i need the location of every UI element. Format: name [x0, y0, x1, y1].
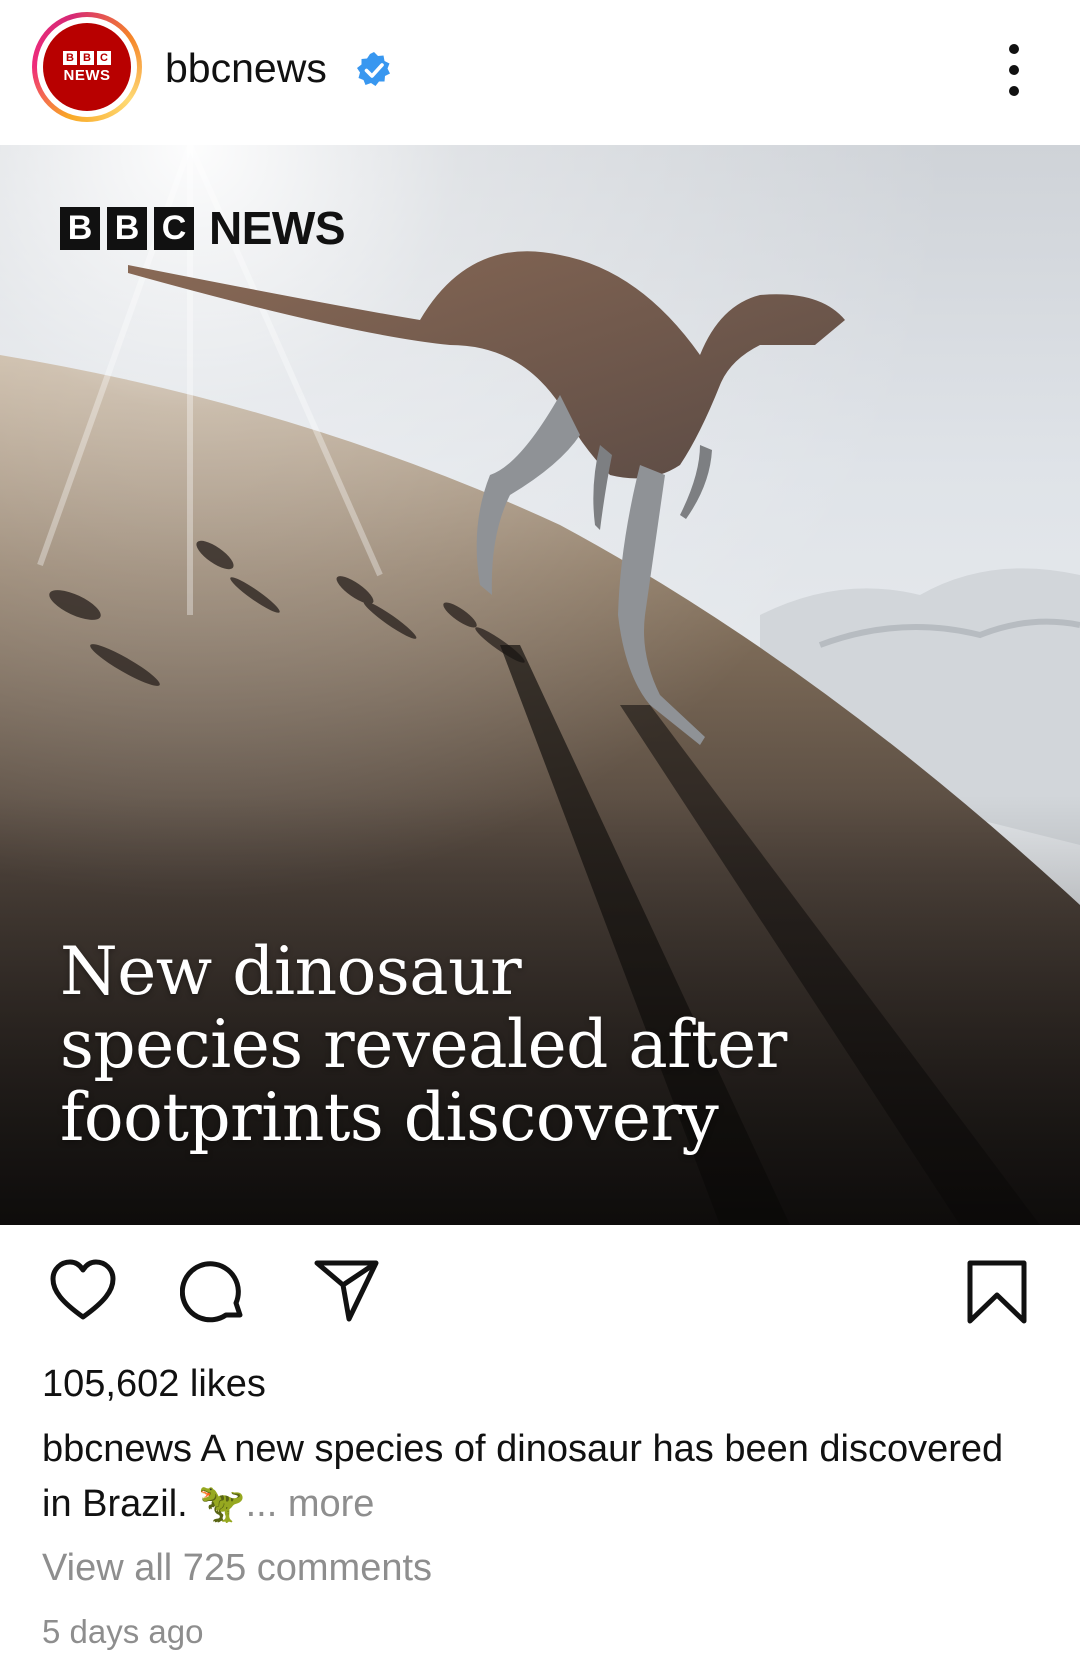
caption-more-link[interactable]: more [288, 1483, 375, 1525]
bookmark-icon[interactable] [962, 1257, 1032, 1327]
headline-line: species revealed after [60, 1006, 787, 1083]
headline-line: New dinosaur [60, 933, 522, 1010]
post-header: B B C NEWS bbcnews [0, 0, 1080, 145]
likes-count[interactable]: 105,602 likes [42, 1362, 266, 1406]
caption-ellipsis: ... [245, 1483, 278, 1525]
post-image[interactable]: B B C NEWS New dinosaur species revealed… [0, 145, 1080, 1225]
send-icon[interactable] [312, 1257, 382, 1327]
verified-badge-icon [357, 52, 390, 86]
more-vertical-icon[interactable] [996, 40, 1032, 100]
bbc-news-avatar-logo: B B C NEWS [43, 23, 131, 111]
post-caption: bbcnews A new species of dinosaur has be… [42, 1422, 1042, 1532]
view-all-comments-link[interactable]: View all 725 comments [42, 1546, 432, 1590]
headline-line: footprints discovery [60, 1079, 719, 1156]
username-link[interactable]: bbcnews [165, 44, 327, 92]
heart-icon[interactable] [48, 1257, 118, 1327]
dinosaur-emoji-icon: 🦖 [198, 1483, 246, 1525]
profile-avatar[interactable]: B B C NEWS [32, 12, 142, 122]
post-headline: New dinosaur species revealed after foot… [60, 935, 880, 1154]
post-timestamp: 5 days ago [42, 1613, 204, 1650]
comment-icon[interactable] [179, 1257, 250, 1327]
post-action-bar [0, 1225, 1080, 1345]
bbc-news-logo: B B C NEWS [60, 205, 346, 251]
caption-username[interactable]: bbcnews [42, 1428, 192, 1470]
